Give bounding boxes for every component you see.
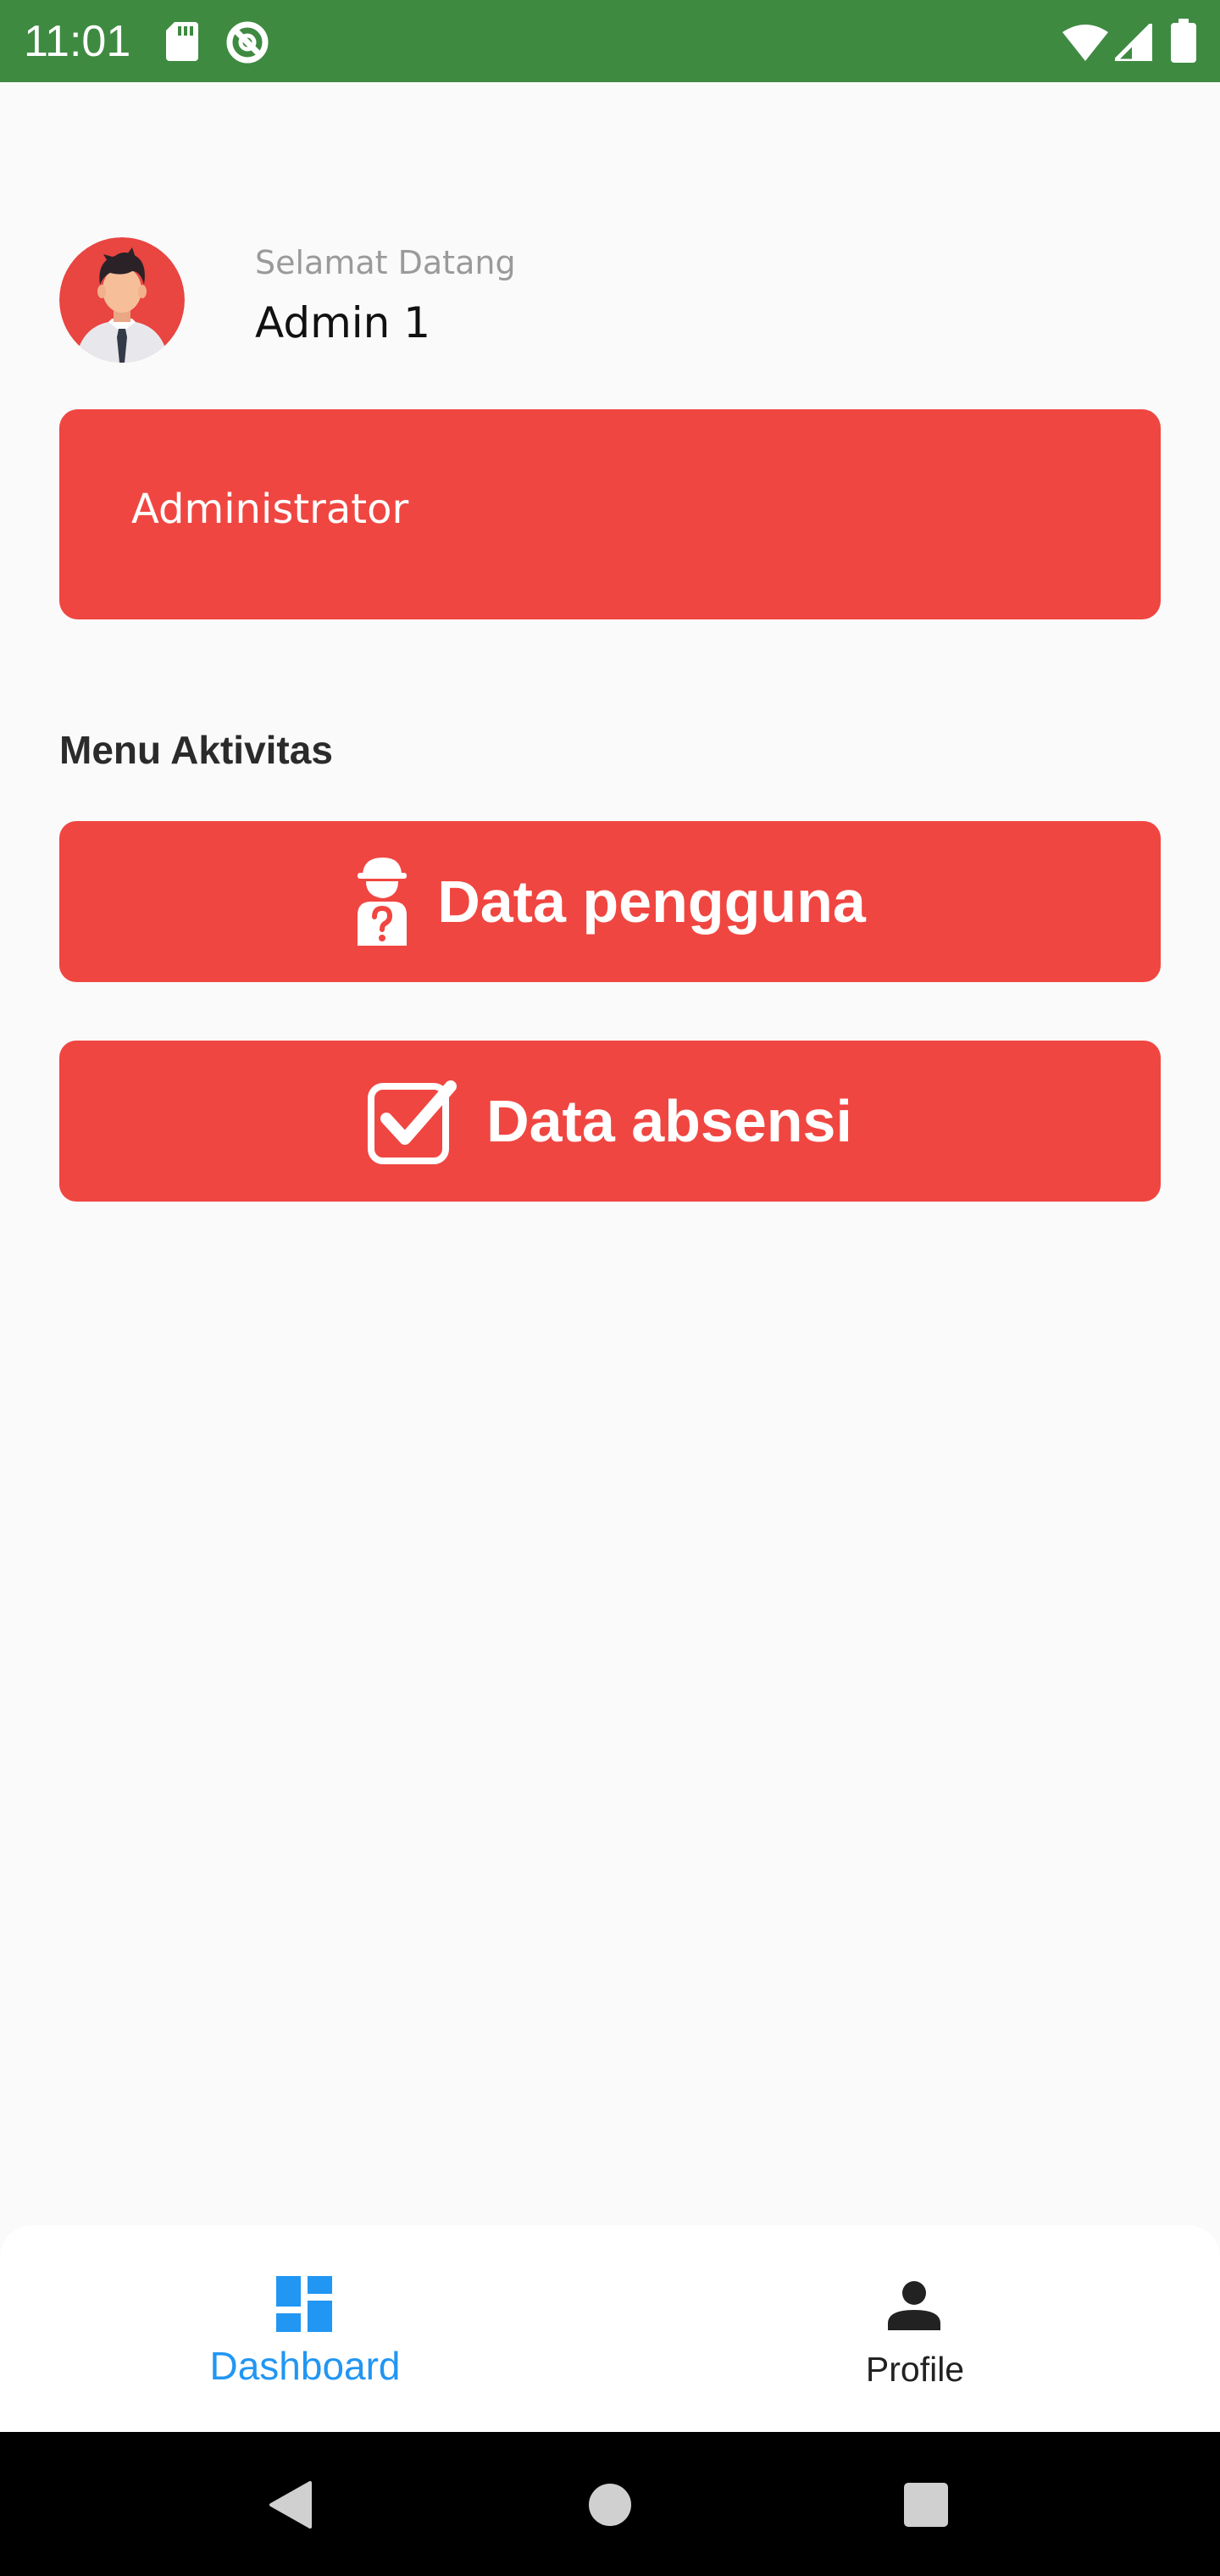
recents-icon[interactable] <box>904 2483 948 2527</box>
cell-signal-icon <box>1115 24 1152 61</box>
menu-section-title: Menu Aktivitas <box>59 728 333 772</box>
bottom-navigation: Dashboard Profile <box>0 2225 1220 2432</box>
nav-item-profile[interactable]: Profile <box>610 2225 1220 2432</box>
user-question-icon <box>358 858 408 946</box>
data-saver-icon <box>226 21 269 64</box>
person-icon <box>888 2281 940 2330</box>
data-pengguna-button[interactable]: Data pengguna <box>59 821 1161 982</box>
checkbox-checked-icon <box>368 1080 458 1164</box>
wifi-icon <box>1062 25 1108 61</box>
nav-label-dashboard: Dashboard <box>209 2344 401 2388</box>
data-pengguna-label: Data pengguna <box>437 869 866 935</box>
role-card: Administrator <box>59 409 1161 619</box>
status-bar: 11:01 <box>0 0 1220 82</box>
data-absensi-button[interactable]: Data absensi <box>59 1041 1161 1202</box>
status-time: 11:01 <box>24 17 131 66</box>
sd-card-icon <box>166 22 198 61</box>
battery-icon <box>1171 19 1196 63</box>
greeting-text: Selamat Datang <box>255 244 516 281</box>
data-absensi-label: Data absensi <box>486 1088 852 1154</box>
user-avatar-icon <box>59 237 185 363</box>
back-icon[interactable] <box>268 2481 312 2529</box>
nav-item-dashboard[interactable]: Dashboard <box>0 2225 610 2432</box>
system-navigation-bar <box>0 2432 1220 2576</box>
avatar <box>59 237 185 363</box>
username: Admin 1 <box>255 298 431 347</box>
user-header: Selamat Datang Admin 1 <box>59 237 1161 364</box>
dashboard-icon <box>276 2276 332 2332</box>
nav-label-profile: Profile <box>865 2350 965 2389</box>
home-icon[interactable] <box>588 2483 632 2527</box>
role-label: Administrator <box>131 486 409 533</box>
